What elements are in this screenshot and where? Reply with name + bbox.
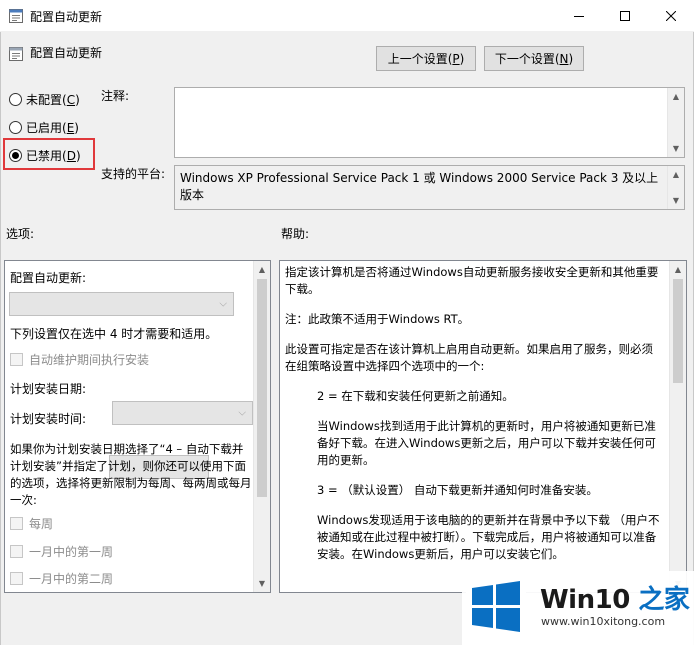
options-note: 下列设置仅在选中 4 时才需要和适用。 [10,327,218,341]
scroll-down-icon[interactable]: ▼ [254,575,270,592]
radio-enabled-label: 已启用(E) [26,120,79,135]
watermark-url: www.win10xitong.com [541,615,666,628]
second-week-label: 一月中的第二周 [29,572,114,586]
help-label: 帮助: [281,227,310,241]
radio-enabled[interactable]: 已启用(E) [9,118,79,136]
schedule-day-combo[interactable]: ⌵ [112,401,253,425]
platform-box: Windows XP Professional Service Pack 1 或… [174,165,685,210]
close-button[interactable] [648,0,694,32]
platform-value: Windows XP Professional Service Pack 1 或… [180,171,659,202]
next-setting-suffix: ) [568,51,574,66]
previous-setting-button[interactable]: 上一个设置(P) [376,46,476,71]
first-week-checkbox[interactable]: 一月中的第一周 [10,543,113,560]
help-paragraph: 此设置可指定是否在该计算机上启用自动更新。如果启用了服务，则必须在组策略设置中选… [285,342,653,373]
scroll-up-icon[interactable]: ▲ [670,261,686,278]
windows-logo-icon [466,576,526,636]
help-paragraph: 注：此政策不适用于Windows RT。 [285,312,470,326]
maximize-icon [620,11,630,21]
help-paragraph: 当Windows找到适用于此计算机的更新时，用户将被通知更新已准备好下载。在进入… [317,419,656,467]
help-content: 指定该计算机是否将通过Windows自动更新服务接收安全更新和其他重要下载。 注… [280,261,669,592]
window-title: 配置自动更新 [30,10,103,24]
help-paragraph: 2 = 在下载和安装任何更新之前通知。 [317,389,514,403]
scroll-thumb[interactable] [257,279,267,497]
checkbox-box[interactable] [10,517,23,530]
help-paragraph: Windows发现适用于该电脑的的更新并在背景中予以下载 （用户不被通知或在此过… [317,513,660,561]
scroll-up-icon[interactable]: ▲ [254,261,270,278]
second-week-checkbox[interactable]: 一月中的第二周 [10,570,113,587]
radio-not-configured[interactable]: 未配置(C) [9,90,80,108]
options-content: 配置自动更新: ⌵ 下列设置仅在选中 4 时才需要和适用。 自动维护期间执行安装… [5,261,253,592]
comment-textarea[interactable]: ▲ ▼ [174,87,685,158]
options-scrollbar[interactable]: ▲ ▼ [253,261,270,592]
platform-label: 支持的平台: [101,167,166,181]
comment-scrollbar[interactable]: ▲ ▼ [667,88,684,157]
chevron-down-icon: ⌵ [219,298,227,310]
watermark-brand-prefix: Win10 [540,585,630,615]
configure-update-label: 配置自动更新: [10,271,87,285]
scroll-up-icon[interactable]: ▲ [668,88,684,105]
weekly-label: 每周 [29,517,54,531]
radio-not-configured-label: 未配置(C) [26,92,80,107]
maximize-button[interactable] [602,0,648,32]
platform-scrollbar[interactable]: ▲ ▼ [667,166,684,209]
maintenance-install-label: 自动维护期间执行安装 [29,353,150,367]
schedule-day-label: 计划安装日期: [10,382,87,396]
next-setting-hotkey: N [559,51,569,66]
close-icon [666,11,676,21]
maintenance-install-checkbox[interactable]: 自动维护期间执行安装 [10,351,149,368]
options-label: 选项: [6,227,35,241]
next-setting-label: 下一个设置( [494,52,560,66]
checkbox-box[interactable] [10,353,23,366]
radio-not-configured-indicator[interactable] [9,92,22,106]
watermark-brand-suffix: 之家 [629,585,690,615]
previous-setting-suffix: ) [459,51,465,66]
help-paragraph: 指定该计算机是否将通过Windows自动更新服务接收安全更新和其他重要下载。 [285,265,659,296]
comment-label: 注释: [101,89,130,103]
help-panel: 指定该计算机是否将通过Windows自动更新服务接收安全更新和其他重要下载。 注… [279,260,687,593]
selection-highlight [3,138,95,170]
schedule-time-label: 计划安装时间: [10,412,87,426]
first-week-label: 一月中的第一周 [29,545,114,559]
chevron-down-icon: ⌵ [238,407,246,419]
scroll-down-icon[interactable]: ▼ [668,192,684,209]
options-panel: 配置自动更新: ⌵ 下列设置仅在选中 4 时才需要和适用。 自动维护期间执行安装… [4,260,271,593]
help-paragraph: 3 = （默认设置） 自动下载更新并通知何时准备安装。 [317,483,598,497]
scroll-down-icon[interactable]: ▼ [668,140,684,157]
schedule-description: 如果你为计划安装日期选择了“4 – 自动下载并计划安装”并指定了计划，则你还可以… [10,442,252,507]
scroll-thumb[interactable] [673,279,683,383]
next-setting-button[interactable]: 下一个设置(N) [484,46,584,71]
setting-icon [8,46,24,62]
help-scrollbar[interactable]: ▲ ▼ [669,261,686,592]
previous-setting-label: 上一个设置( [387,52,453,66]
previous-setting-hotkey: P [452,51,460,66]
minimize-icon [574,16,584,17]
checkbox-box[interactable] [10,545,23,558]
radio-enabled-indicator[interactable] [9,120,22,134]
configure-update-combo[interactable]: ⌵ [9,292,234,316]
scroll-up-icon[interactable]: ▲ [668,166,684,183]
weekly-checkbox[interactable]: 每周 [10,515,53,532]
checkbox-box[interactable] [10,572,23,585]
minimize-button[interactable] [556,0,602,32]
setting-title: 配置自动更新 [30,46,103,60]
policy-app-icon [8,8,24,24]
watermark-brand: Win10 之家 [540,579,690,616]
